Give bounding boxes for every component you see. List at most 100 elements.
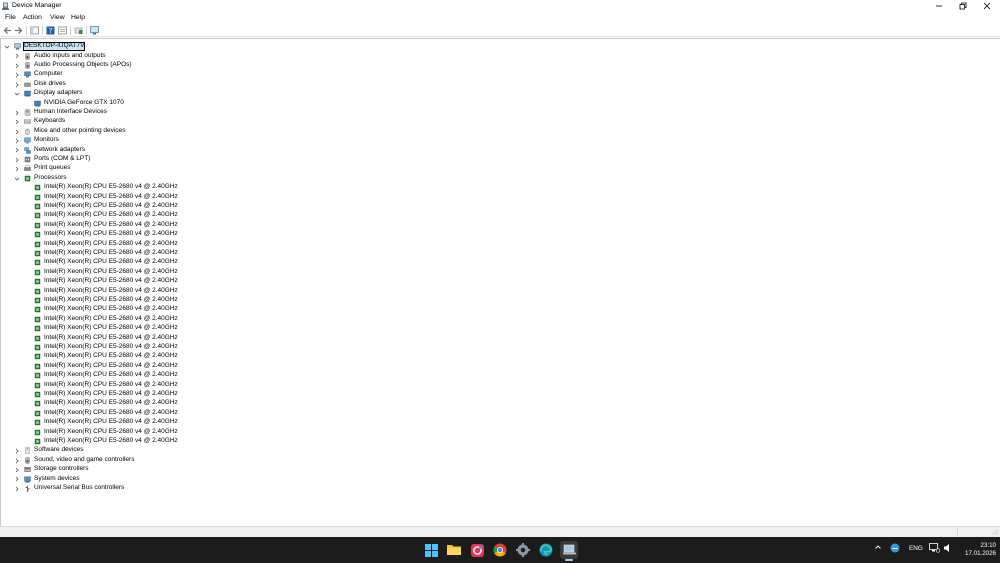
language-indicator[interactable]: ENG: [909, 545, 923, 552]
toolbar-separator: [26, 26, 27, 35]
menu-action[interactable]: Action: [22, 13, 43, 22]
expand-toggle[interactable]: [14, 485, 20, 493]
taskbar-device-manager[interactable]: [560, 541, 578, 561]
close-button[interactable]: [976, 0, 998, 12]
expand-toggle[interactable]: [14, 146, 20, 154]
row-icon: [34, 391, 41, 398]
title-bar: Device Manager: [0, 0, 1000, 12]
row-label: Software devices: [34, 446, 84, 454]
processor-icon: [34, 382, 41, 388]
expand-toggle[interactable]: [14, 165, 20, 173]
show-hidden-icons-button[interactable]: [874, 543, 882, 553]
processor-icon: [34, 213, 41, 219]
taskbar-edge[interactable]: [537, 541, 555, 559]
processor-icon: [34, 307, 41, 313]
speaker-icon: [25, 52, 30, 60]
menu-view[interactable]: View: [49, 13, 66, 22]
processor-icon: [34, 391, 41, 398]
help-icon[interactable]: ?: [46, 26, 55, 35]
expand-toggle[interactable]: [14, 137, 20, 145]
expand-toggle[interactable]: [14, 62, 20, 70]
processor-icon: [34, 222, 41, 228]
show-hide-console-tree-icon[interactable]: [30, 26, 39, 35]
window-title: Device Manager: [12, 2, 62, 9]
taskbar-app[interactable]: [468, 541, 486, 559]
scan-hardware-icon[interactable]: [90, 26, 99, 35]
display-adapter-icon: [24, 90, 31, 97]
expand-toggle[interactable]: [14, 71, 20, 79]
properties-icon[interactable]: [58, 26, 67, 35]
row-label: Intel(R) Xeon(R) CPU E5-2680 v4 @ 2.40GH…: [44, 258, 178, 266]
expand-toggle[interactable]: [14, 457, 20, 465]
status-bar-divider: [957, 528, 958, 536]
resize-grip-icon[interactable]: [992, 529, 998, 535]
row-label: Intel(R) Xeon(R) CPU E5-2680 v4 @ 2.40GH…: [44, 230, 178, 238]
chevron-down-icon: [14, 92, 20, 96]
keyboard-icon: [24, 119, 31, 124]
expand-toggle[interactable]: [14, 475, 20, 483]
row-icon: [34, 429, 41, 436]
monitor-icon: [24, 137, 31, 144]
chevron-down-icon: [14, 177, 20, 181]
start-button[interactable]: [422, 541, 440, 559]
row-label: Intel(R) Xeon(R) CPU E5-2680 v4 @ 2.40GH…: [44, 361, 178, 369]
row-icon: [24, 156, 31, 163]
processor-icon: [34, 269, 41, 275]
computer-root-icon: [14, 43, 21, 50]
row-label: Intel(R) Xeon(R) CPU E5-2680 v4 @ 2.40GH…: [44, 352, 178, 360]
expand-toggle[interactable]: [14, 466, 20, 474]
expand-toggle[interactable]: [14, 52, 20, 60]
row-label: Processors: [34, 173, 67, 181]
row-label: Intel(R) Xeon(R) CPU E5-2680 v4 @ 2.40GH…: [44, 333, 178, 341]
processor-icon: [34, 250, 41, 257]
expand-toggle[interactable]: [14, 90, 20, 98]
expand-toggle[interactable]: [4, 43, 10, 51]
menu-file[interactable]: File: [4, 13, 17, 22]
menu-bar: File Action View Help: [0, 12, 1000, 23]
row-label: Ports (COM & LPT): [34, 154, 91, 162]
computer-icon: [24, 71, 31, 78]
clock[interactable]: 23:10 17.01.2026: [952, 542, 996, 558]
taskbar-chrome[interactable]: [491, 541, 509, 559]
chevron-right-icon: [15, 82, 19, 87]
toolbar: ?: [0, 24, 1000, 37]
update-driver-icon[interactable]: [74, 26, 83, 35]
taskbar-file-explorer[interactable]: [445, 541, 463, 559]
row-icon: [24, 485, 31, 492]
row-icon: [34, 231, 41, 238]
row-icon: [34, 344, 41, 351]
row-icon: [24, 62, 31, 69]
printer-icon: [24, 165, 31, 172]
chevron-right-icon: [15, 110, 19, 116]
row-icon: [34, 306, 41, 313]
restore-button[interactable]: [952, 0, 974, 12]
row-icon: [34, 250, 41, 257]
expand-toggle[interactable]: [14, 118, 20, 126]
expand-toggle[interactable]: [14, 156, 20, 164]
start-icon: [424, 543, 438, 557]
tray-app[interactable]: [890, 543, 900, 555]
row-label: Display adapters: [34, 89, 83, 97]
processor-icon: [34, 429, 41, 435]
row-label: Intel(R) Xeon(R) CPU E5-2680 v4 @ 2.40GH…: [44, 418, 178, 426]
processor-icon: [34, 410, 41, 416]
processor-icon: [34, 363, 41, 369]
edge-icon: [539, 543, 553, 557]
row-icon: [34, 278, 41, 285]
expand-toggle[interactable]: [14, 175, 20, 183]
row-label: Intel(R) Xeon(R) CPU E5-2680 v4 @ 2.40GH…: [44, 305, 178, 313]
forward-arrow-icon[interactable]: [14, 26, 23, 35]
minimize-button[interactable]: [928, 0, 950, 12]
network-status[interactable]: [929, 543, 941, 555]
software-icon: [25, 447, 30, 455]
expand-toggle[interactable]: [14, 81, 20, 89]
expand-toggle[interactable]: [14, 447, 20, 455]
menu-help[interactable]: Help: [70, 13, 86, 22]
row-icon: [24, 457, 31, 464]
chevron-right-icon: [15, 448, 19, 454]
taskbar-settings[interactable]: [514, 541, 532, 559]
back-arrow-icon[interactable]: [3, 26, 12, 35]
expand-toggle[interactable]: [14, 128, 20, 136]
device-manager-window: Device Manager File Action View Help ? D…: [0, 0, 1000, 537]
expand-toggle[interactable]: [14, 109, 20, 117]
